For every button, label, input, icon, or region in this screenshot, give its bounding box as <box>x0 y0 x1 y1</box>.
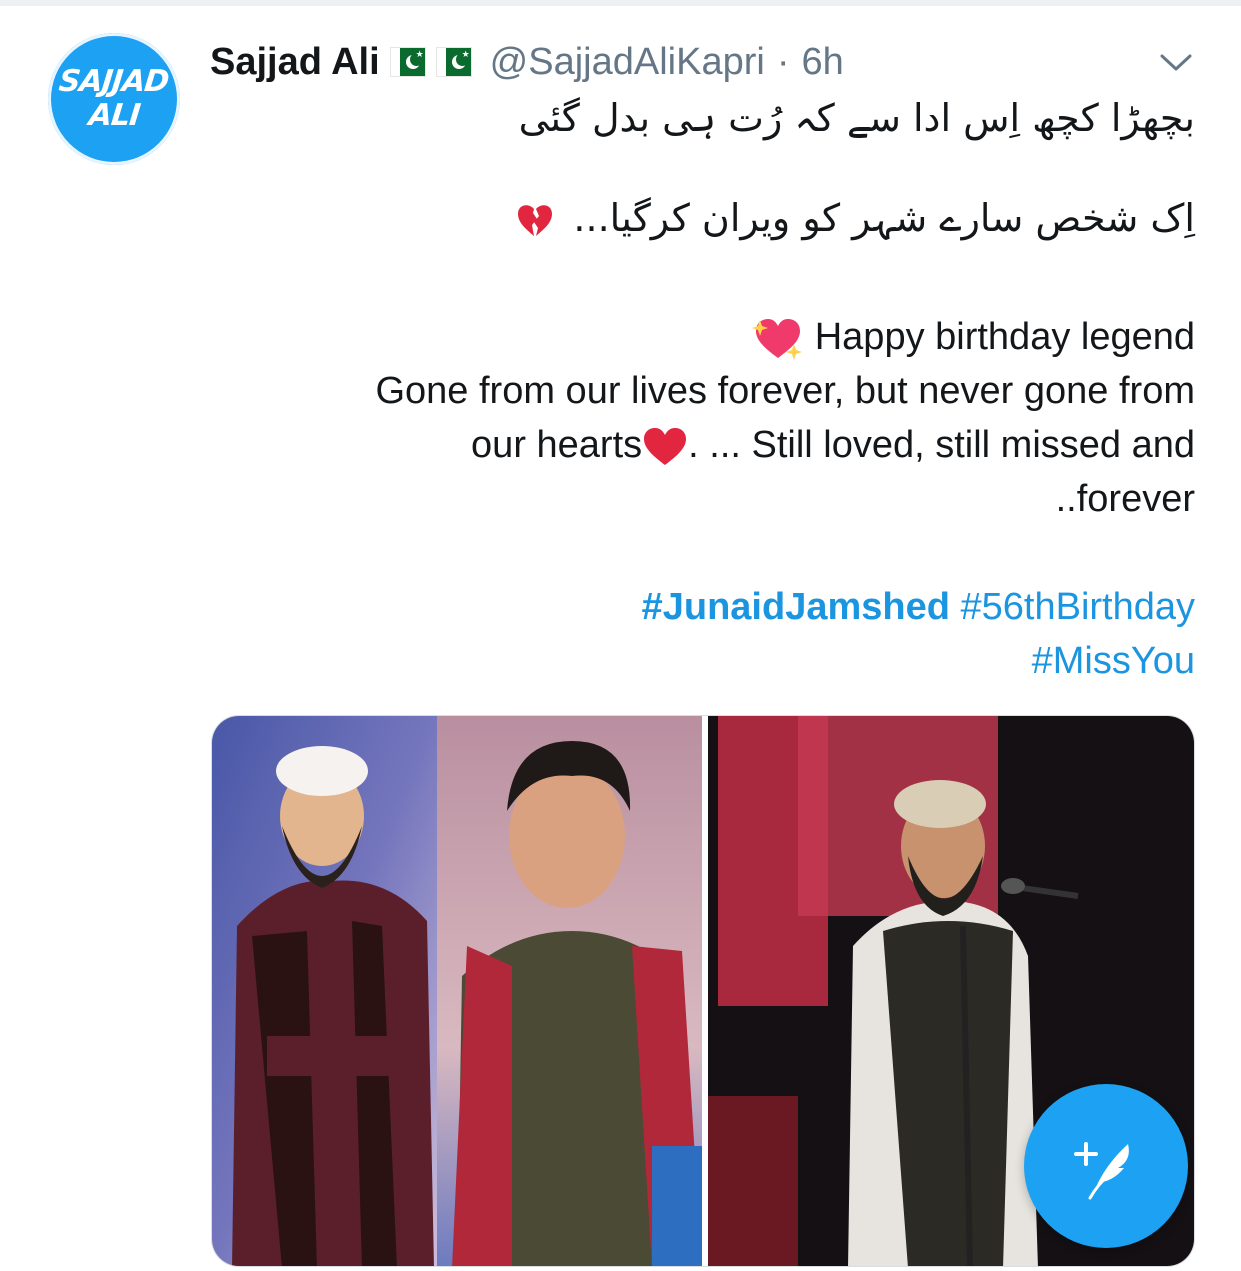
pakistan-flag-icon: ★ <box>389 47 426 77</box>
tweet-photo-1[interactable] <box>212 716 702 1266</box>
tweet-english-line-1: Happy birthday legend <box>752 310 1195 364</box>
tweet-english-line-3a: our hearts <box>471 424 643 466</box>
chevron-down-icon[interactable] <box>1156 50 1196 76</box>
hashtag-link[interactable]: #JunaidJamshed <box>642 586 950 628</box>
avatar[interactable]: SAJJAD ALI <box>48 33 180 165</box>
tweet-english-line-4: ..forever <box>1055 478 1195 520</box>
tweet-english-line-1-text: Happy birthday legend <box>814 316 1195 358</box>
hashtag-link[interactable]: #56thBirthday <box>961 586 1196 628</box>
pakistan-flag-icon: ★ <box>435 47 472 77</box>
display-name[interactable]: Sajjad Ali <box>210 41 380 84</box>
tweet-urdu-line-1: بچھڑا کچھ اِس ادا سے کہ رُت ہی بدل گئی <box>518 96 1195 140</box>
tweet-urdu-line-2-text: اِک شخص سارے شہر کو ویران کرگیا... <box>573 196 1195 240</box>
compose-tweet-button[interactable] <box>1024 1084 1188 1248</box>
hashtag-link[interactable]: #MissYou <box>1032 640 1195 682</box>
avatar-text-line1: SAJJAD <box>57 64 171 99</box>
broken-heart-icon <box>518 204 553 236</box>
tweet-header: Sajjad Ali ★ ★ @SajjadAliKapri · 6h <box>210 36 844 88</box>
tweet-english-line-2: Gone from our lives forever, but never g… <box>375 370 1195 412</box>
tweet-urdu-line-2: اِک شخص سارے شہر کو ویران کرگیا... <box>515 196 1195 241</box>
tweet-timestamp[interactable]: 6h <box>801 41 843 84</box>
top-divider <box>0 0 1241 6</box>
hashtag-row-2: #MissYou <box>1032 634 1195 688</box>
hashtag-row-1: #JunaidJamshed #56thBirthday <box>642 580 1195 634</box>
tweet-english-line-3b: . ... Still loved, still missed and <box>688 424 1195 466</box>
tweet-english-line-3: our hearts . ... Still loved, still miss… <box>471 418 1195 472</box>
user-handle[interactable]: @SajjadAliKapri <box>490 41 765 84</box>
sparkling-heart-icon <box>752 318 803 360</box>
meta-separator: · <box>776 40 790 83</box>
avatar-text-line2: ALI <box>86 98 142 133</box>
compose-tweet-icon <box>1074 1142 1129 1200</box>
red-heart-icon <box>644 427 687 465</box>
